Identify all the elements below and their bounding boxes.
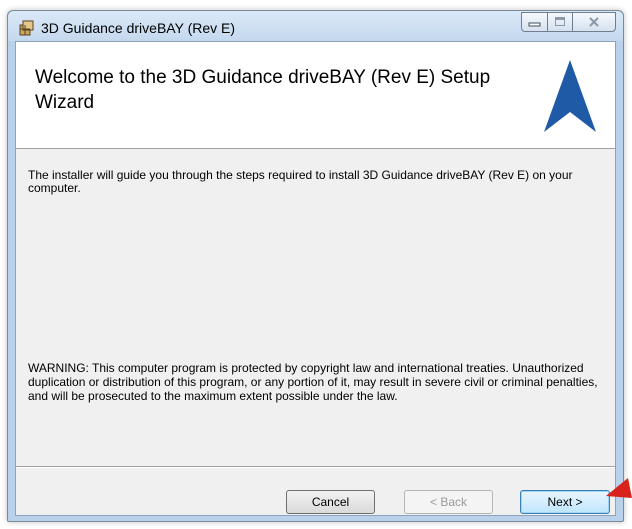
cancel-button[interactable]: Cancel	[286, 490, 375, 514]
copyright-warning-text: WARNING: This computer program is protec…	[28, 361, 598, 403]
maximize-icon	[555, 17, 565, 26]
maximize-button[interactable]	[547, 12, 573, 32]
back-button[interactable]: < Back	[404, 490, 493, 514]
minimize-icon	[528, 22, 541, 27]
wizard-title: Welcome to the 3D Guidance driveBAY (Rev…	[35, 67, 491, 113]
title-bar[interactable]: 3D Guidance driveBAY (Rev E)	[8, 11, 623, 41]
close-icon	[589, 17, 599, 27]
triangle-logo-icon	[544, 60, 596, 132]
close-button[interactable]	[572, 12, 616, 32]
intro-text: The installer will guide you through the…	[28, 168, 573, 195]
window-title: 3D Guidance driveBAY (Rev E)	[41, 20, 236, 36]
installer-window: 3D Guidance driveBAY (Rev E) Welcome to …	[7, 10, 624, 522]
next-button[interactable]: Next >	[520, 490, 610, 514]
installer-app-icon	[19, 20, 34, 36]
wizard-banner: Welcome to the 3D Guidance driveBAY (Rev…	[16, 42, 615, 149]
minimize-button[interactable]	[521, 12, 548, 32]
wizard-content: Welcome to the 3D Guidance driveBAY (Rev…	[15, 41, 616, 516]
red-arrow-icon	[606, 478, 632, 498]
footer-divider	[16, 466, 615, 468]
